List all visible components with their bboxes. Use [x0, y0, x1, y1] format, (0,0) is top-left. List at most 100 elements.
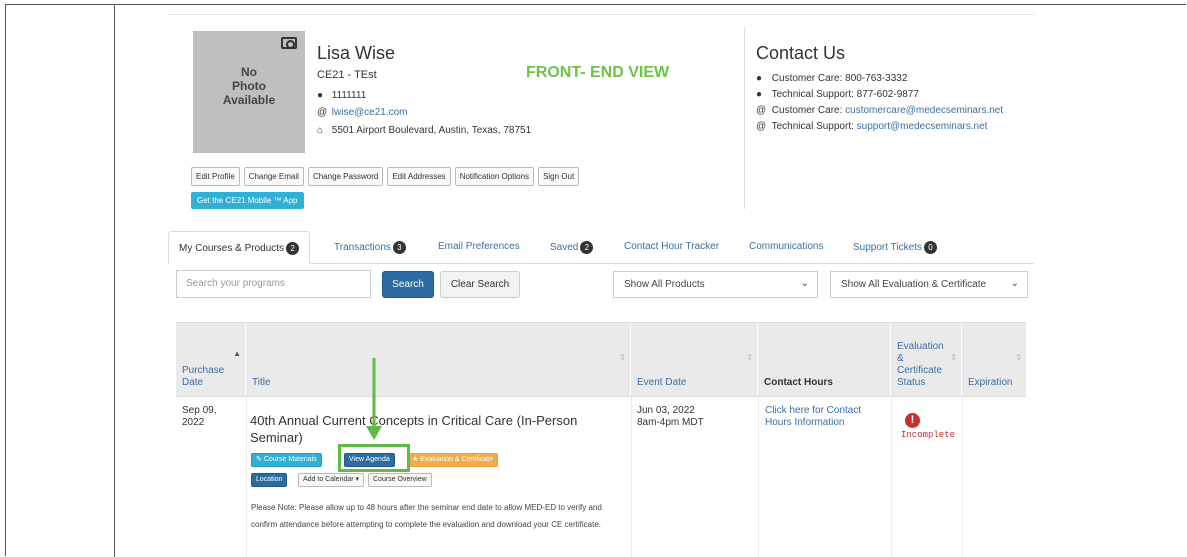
mobile-app-button[interactable]: Get the CE21 Mobile ™ App	[191, 192, 304, 209]
header-expiration[interactable]: Expiration ⇕	[962, 323, 1026, 397]
clear-search-button[interactable]: Clear Search	[440, 271, 520, 298]
header-title[interactable]: Title ⇕	[246, 323, 631, 397]
tab-label: Support Tickets	[853, 242, 922, 254]
header-label-line: Certificate	[897, 365, 943, 376]
header-label: Contact Hours	[764, 377, 833, 388]
column-divider	[891, 397, 892, 557]
change-password-button[interactable]: Change Password	[307, 167, 384, 186]
header-label: Purchase Date	[182, 365, 224, 389]
phone-icon: ●	[317, 90, 324, 101]
divider-line	[114, 5, 115, 557]
tab-badge: 2	[286, 242, 300, 255]
care-phone-row: ● Customer Care: 800-763-3332	[756, 73, 907, 84]
tab-communications[interactable]: Communications	[749, 231, 823, 264]
tab-label: Transactions	[334, 242, 391, 254]
support-email-label: Technical Support:	[771, 121, 857, 132]
chevron-down-icon: ⌄	[800, 278, 809, 289]
header-label: Title	[252, 377, 271, 388]
edit-profile-button[interactable]: Edit Profile	[191, 167, 240, 186]
header-purchase-date[interactable]: Purchase Date ▲	[176, 323, 246, 397]
header-label: Evaluation & Certificate Status	[897, 341, 944, 389]
products-select[interactable]: Show All Products ⌄	[613, 271, 818, 298]
profile-email-row: @ lwise@ce21.com	[317, 107, 408, 118]
course-overview-button[interactable]: Course Overview	[368, 473, 432, 487]
sort-icon: ⇕	[1015, 353, 1022, 362]
photo-text-line: Available	[222, 93, 276, 107]
profile-id-row: ● 1111111	[317, 90, 366, 101]
profile-organization: CE21 - TEst	[317, 69, 377, 81]
tab-saved[interactable]: Saved 2	[550, 231, 594, 264]
event-date-line: Jun 03, 2022	[637, 405, 695, 416]
tab-label: Contact Hour Tracker	[624, 241, 720, 252]
sort-asc-icon: ▲	[233, 349, 241, 358]
chevron-down-icon: ⌄	[1010, 278, 1019, 289]
tab-my-courses[interactable]: My Courses & Products 2	[168, 231, 311, 264]
profile-photo-placeholder[interactable]: No Photo Available	[193, 31, 305, 153]
evaluation-select[interactable]: Show All Evaluation & Certificate ⌄	[830, 271, 1028, 298]
camera-icon[interactable]	[281, 37, 297, 49]
support-phone: Technical Support: 877-602-9877	[771, 89, 919, 100]
column-divider	[246, 397, 247, 557]
phone-icon: ●	[756, 73, 763, 84]
status-badge: Incomplete	[901, 430, 956, 440]
evaluation-select-value: Show All Evaluation & Certificate	[841, 279, 987, 290]
profile-button-row: Edit Profile Change Email Change Passwor…	[191, 167, 580, 186]
tab-badge: 0	[923, 241, 937, 254]
contact-hours-link[interactable]: Click here for Contact Hours Information	[765, 405, 861, 429]
header-label: Event Date	[637, 377, 687, 388]
attendance-note: Please Note: Please allow up to 48 hours…	[251, 503, 602, 529]
column-divider	[962, 397, 963, 557]
tab-email-preferences[interactable]: Email Preferences	[438, 231, 520, 264]
search-input[interactable]: Search your programs	[176, 270, 371, 298]
care-email-link[interactable]: customercare@medecseminars.net	[845, 105, 1003, 116]
column-divider	[758, 397, 759, 557]
header-contact-hours: Contact Hours	[758, 323, 891, 397]
profile-id: 1111111	[331, 90, 367, 101]
header-label-line: Purchase	[182, 365, 225, 376]
location-button[interactable]: Location	[251, 473, 288, 487]
purchase-date-line: 2022	[182, 417, 205, 428]
care-phone: Customer Care: 800-763-3332	[771, 73, 908, 84]
add-to-calendar-button[interactable]: Add to Calendar ▾	[298, 473, 365, 487]
at-icon: @	[317, 107, 328, 118]
phone-icon: ●	[756, 89, 763, 100]
profile-email-link[interactable]: lwise@ce21.com	[332, 107, 408, 118]
contact-hours-link-line: Hours Information	[765, 417, 845, 428]
edit-addresses-button[interactable]: Edit Addresses	[387, 167, 451, 186]
header-label-line: Date	[182, 377, 204, 388]
tab-label: My Courses & Products	[179, 243, 285, 255]
course-materials-button[interactable]: ✎ Course Materials	[251, 453, 322, 467]
exclamation-icon: !	[905, 413, 920, 428]
tab-support-tickets[interactable]: Support Tickets 0	[853, 231, 937, 264]
highlight-box	[338, 444, 410, 472]
evaluation-certificate-button[interactable]: ★ Evaluation & Certificate	[407, 453, 498, 467]
header-evaluation-status[interactable]: Evaluation & Certificate Status ⇕	[891, 323, 962, 397]
tab-label: Communications	[749, 241, 824, 252]
support-email-link[interactable]: support@medecseminars.net	[857, 121, 988, 132]
tab-transactions[interactable]: Transactions 3	[334, 231, 406, 264]
sign-out-button[interactable]: Sign Out	[538, 167, 580, 186]
tab-contact-hour-tracker[interactable]: Contact Hour Tracker	[624, 231, 719, 264]
search-button[interactable]: Search	[382, 271, 434, 298]
profile-card: No Photo Available Lisa Wise CE21 - TEst…	[168, 14, 1034, 222]
sort-icon: ⇕	[746, 353, 753, 362]
sort-icon: ⇕	[619, 353, 626, 362]
tab-label: Email Preferences	[438, 241, 520, 252]
header-event-date[interactable]: Event Date ⇕	[631, 323, 758, 397]
notification-options-button[interactable]: Notification Options	[454, 167, 535, 186]
tab-badge: 3	[392, 241, 406, 254]
photo-text-line: Photo	[232, 79, 266, 93]
button-label: Course Materials	[263, 456, 317, 463]
at-icon: @	[756, 105, 767, 116]
contact-hours-link-line: Click here for Contact	[765, 405, 862, 416]
change-email-button[interactable]: Change Email	[243, 167, 304, 186]
products-select-value: Show All Products	[624, 279, 705, 290]
table-header: Purchase Date ▲ Title ⇕ Event Date ⇕ Con…	[176, 322, 1026, 397]
header-label-line: &	[897, 353, 904, 364]
support-email-row: @ Technical Support: support@medecsemina…	[756, 121, 987, 132]
header-label: Expiration	[968, 377, 1013, 388]
card-separator	[744, 27, 745, 209]
at-icon: @	[756, 121, 767, 132]
care-email-label: Customer Care:	[771, 105, 846, 116]
row-event-date: Jun 03, 2022 8am-4pm MDT	[637, 405, 704, 429]
